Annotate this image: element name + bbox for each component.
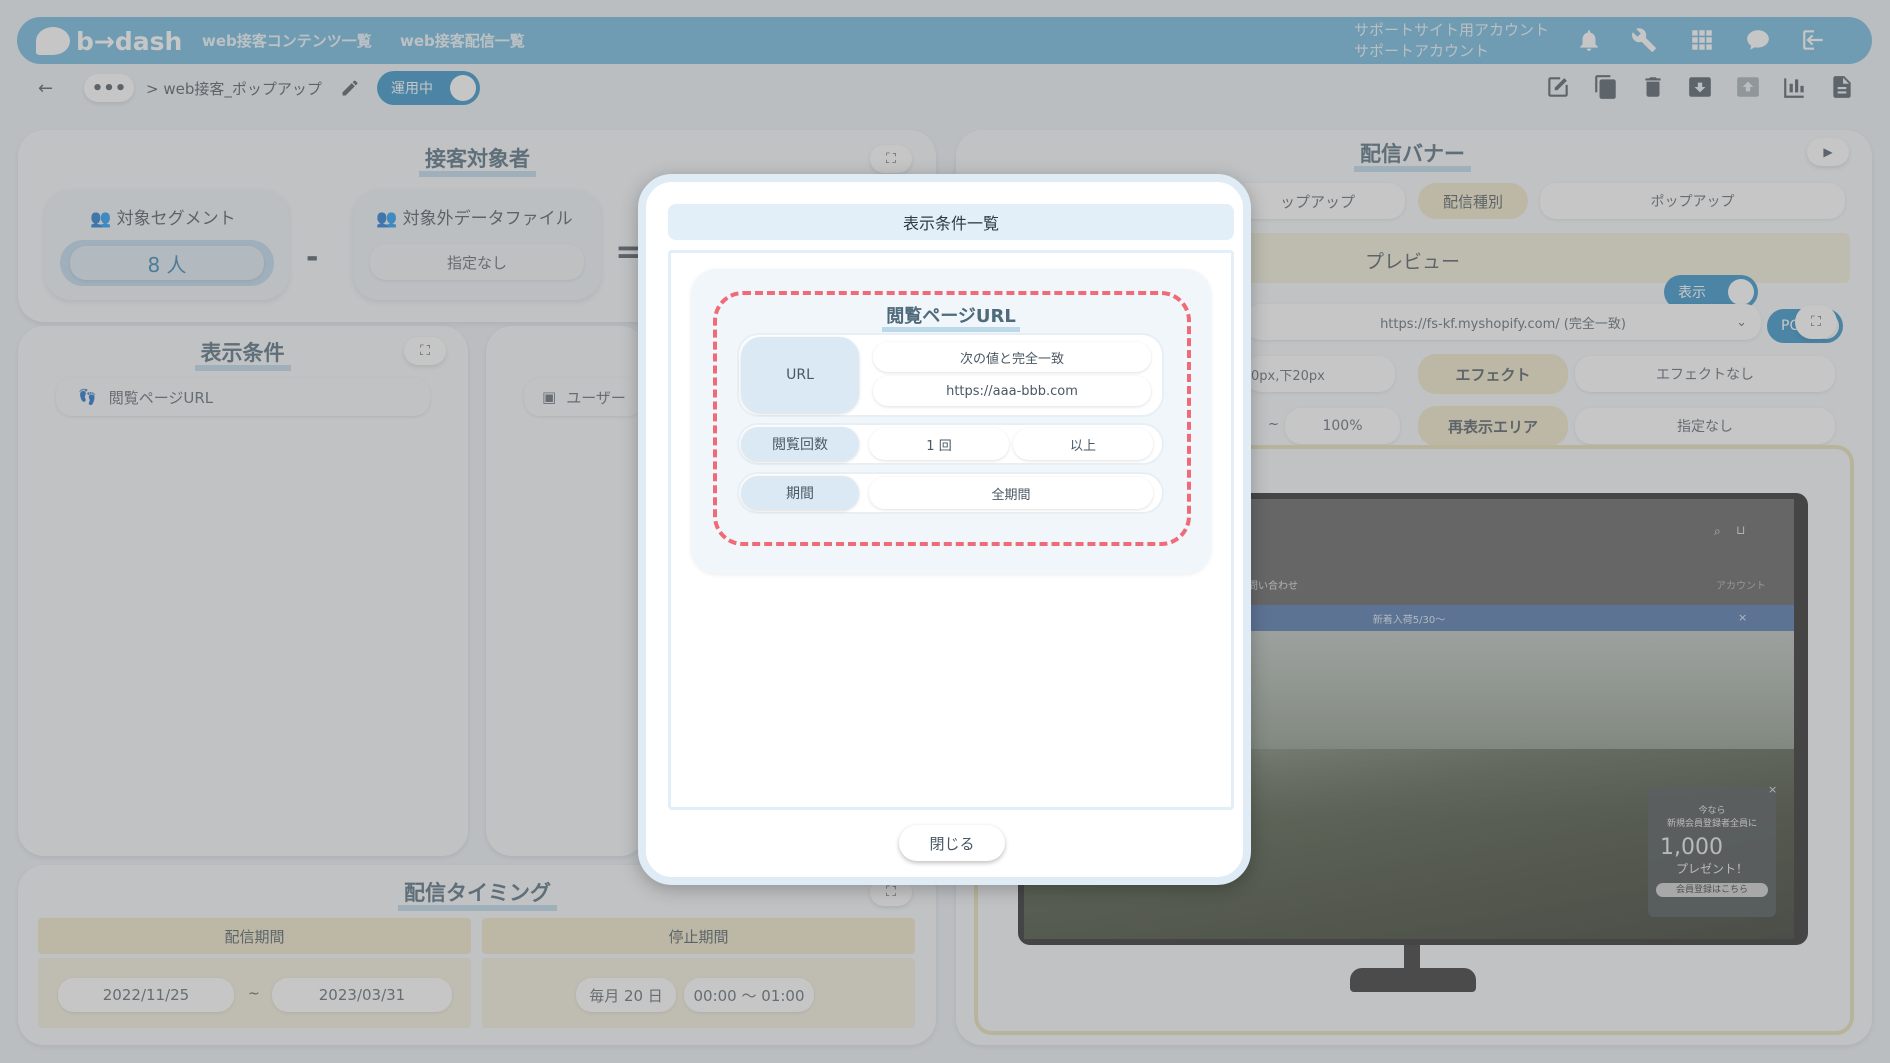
views-count: 1 回 xyxy=(869,428,1009,460)
close-button[interactable]: 閉じる xyxy=(899,825,1005,861)
url-value: https://aaa-bbb.com xyxy=(873,376,1151,406)
views-condition: 以上 xyxy=(1013,428,1153,460)
views-label: 閲覧回数 xyxy=(741,427,859,461)
condition-card: 閲覧ページURL URL 次の値と完全一致 https://aaa-bbb.co… xyxy=(691,269,1211,574)
conditions-modal: 表示条件一覧 閲覧ページURL URL 次の値と完全一致 https://aaa… xyxy=(638,174,1251,885)
modal-body: 閲覧ページURL URL 次の値と完全一致 https://aaa-bbb.co… xyxy=(668,250,1234,810)
period-value: 全期間 xyxy=(869,477,1153,509)
url-match: 次の値と完全一致 xyxy=(873,342,1151,372)
period-label: 期間 xyxy=(741,476,859,510)
modal-header: 表示条件一覧 xyxy=(668,204,1234,240)
url-label: URL xyxy=(741,337,859,413)
